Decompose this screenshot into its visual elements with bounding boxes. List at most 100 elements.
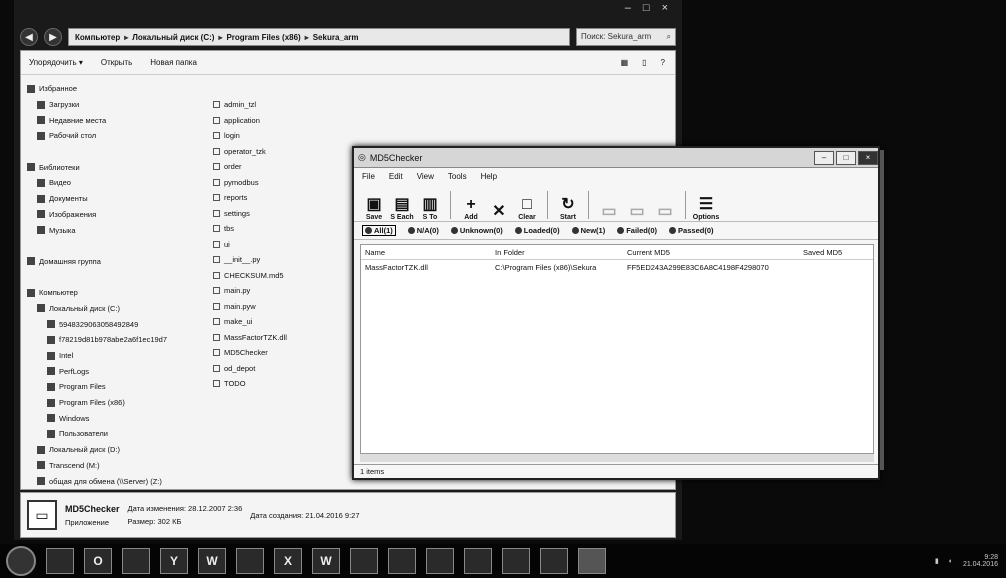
taskbar-app-button[interactable]: X	[274, 548, 302, 574]
view-options-icon[interactable]: ▦	[621, 58, 629, 67]
horizontal-scrollbar[interactable]	[360, 454, 874, 462]
menu-file[interactable]: File	[362, 172, 375, 181]
breadcrumb-item[interactable]: Program Files (x86)	[226, 33, 300, 42]
toolbar-button[interactable]: ▣ Save	[362, 187, 386, 221]
search-input[interactable]: Поиск: Sekura_arm ⌕	[576, 28, 676, 46]
menu-help[interactable]: Help	[481, 172, 497, 181]
close-button[interactable]: ×	[858, 150, 878, 165]
nav-item[interactable]: Локальный диск (C:)	[21, 301, 191, 317]
nav-item[interactable]: Program Files (x86)	[21, 395, 191, 411]
preview-pane-icon[interactable]: ▯	[642, 58, 646, 67]
nav-item[interactable]: f78219d81b978abe2a6f1ec19d7	[21, 332, 191, 348]
file-item[interactable]: __init__.py	[213, 252, 353, 268]
nav-item[interactable]: Видео	[21, 175, 191, 191]
nav-item[interactable]: Пользователи	[21, 426, 191, 442]
taskbar-app-button[interactable]	[236, 548, 264, 574]
nav-item[interactable]: Локальный диск (D:)	[21, 442, 191, 458]
taskbar-app-button[interactable]	[426, 548, 454, 574]
breadcrumb-item[interactable]: Sekura_arm	[313, 33, 359, 42]
maximize-button[interactable]: □	[643, 2, 650, 14]
maximize-button[interactable]: □	[836, 150, 856, 165]
taskbar-app-button[interactable]	[578, 548, 606, 574]
nav-item[interactable]: Загрузки	[21, 97, 191, 113]
column-name[interactable]: Name	[361, 248, 495, 257]
minimize-button[interactable]: –	[814, 150, 834, 165]
filter-tab[interactable]: Loaded(0)	[514, 226, 560, 235]
menu-edit[interactable]: Edit	[389, 172, 403, 181]
toolbar-button[interactable]: ↻ Start	[556, 187, 580, 221]
file-item[interactable]: MD5Checker	[213, 345, 353, 361]
file-item[interactable]: application	[213, 113, 353, 129]
filter-tab[interactable]: Passed(0)	[669, 226, 713, 235]
file-item[interactable]: tbs	[213, 221, 353, 237]
column-current-md5[interactable]: Current MD5	[627, 248, 803, 257]
network-icon[interactable]: ▮	[935, 557, 939, 565]
nav-item[interactable]: Windows	[21, 410, 191, 426]
breadcrumb-item[interactable]: Локальный диск (C:)	[132, 33, 214, 42]
filter-tab[interactable]: N/A(0)	[407, 226, 439, 235]
file-item[interactable]: make_ui	[213, 314, 353, 330]
forward-button[interactable]: ▶	[44, 28, 62, 46]
nav-item[interactable]: Домашняя группа	[21, 254, 191, 270]
menu-view[interactable]: View	[417, 172, 434, 181]
taskbar-app-button[interactable]	[540, 548, 568, 574]
nav-item[interactable]: Рабочий стол	[21, 128, 191, 144]
organize-button[interactable]: Упорядочить ▾	[29, 58, 83, 67]
filter-tab[interactable]: All(1)	[362, 225, 396, 236]
taskbar-app-button[interactable]	[464, 548, 492, 574]
nav-item[interactable]: Недавние места	[21, 112, 191, 128]
file-item[interactable]: order	[213, 159, 353, 175]
filter-tab[interactable]: Failed(0)	[617, 226, 657, 235]
filter-tab[interactable]: Unknown(0)	[450, 226, 503, 235]
table-row[interactable]: MassFactorTZK.dll C:\Program Files (x86)\…	[361, 260, 873, 275]
file-item[interactable]: reports	[213, 190, 353, 206]
toolbar-button[interactable]: □ Clear	[515, 187, 539, 221]
file-item[interactable]: MassFactorTZK.dll	[213, 330, 353, 346]
nav-item[interactable]: Intel	[21, 348, 191, 364]
nav-item[interactable]: Компьютер	[21, 285, 191, 301]
menu-tools[interactable]: Tools	[448, 172, 467, 181]
file-item[interactable]: pymodbus	[213, 175, 353, 191]
toolbar-button[interactable]: ☰ Options	[693, 187, 719, 221]
toolbar-button[interactable]: + Add	[459, 187, 483, 221]
nav-item[interactable]: Музыка	[21, 222, 191, 238]
taskbar-app-button[interactable]	[122, 548, 150, 574]
address-bar[interactable]: Компьютер ▸ Локальный диск (C:) ▸ Progra…	[68, 28, 570, 46]
nav-item[interactable]: PerfLogs	[21, 363, 191, 379]
taskbar-app-button[interactable]	[502, 548, 530, 574]
start-button[interactable]	[6, 546, 36, 576]
file-item[interactable]: admin_tzl	[213, 97, 353, 113]
toolbar-button[interactable]: ▤ S Each	[390, 187, 414, 221]
toolbar-button[interactable]: ✕	[487, 187, 511, 221]
back-button[interactable]: ◀	[20, 28, 38, 46]
filter-tab[interactable]: New(1)	[571, 226, 605, 235]
help-icon[interactable]: ?	[661, 58, 665, 67]
taskbar-app-button[interactable]: W	[312, 548, 340, 574]
taskbar-app-button[interactable]: O	[84, 548, 112, 574]
file-item[interactable]: CHECKSUM.md5	[213, 268, 353, 284]
nav-item[interactable]: Библиотеки	[21, 159, 191, 175]
column-folder[interactable]: In Folder	[495, 248, 627, 257]
nav-item[interactable]: Program Files	[21, 379, 191, 395]
file-item[interactable]: od_depot	[213, 361, 353, 377]
column-saved-md5[interactable]: Saved MD5	[803, 248, 873, 257]
taskbar-app-button[interactable]	[388, 548, 416, 574]
nav-item[interactable]: 5948329063058492849	[21, 316, 191, 332]
file-item[interactable]: operator_tzk	[213, 144, 353, 160]
clock[interactable]: 9:28 21.04.2016	[963, 554, 998, 568]
nav-item[interactable]: Изображения	[21, 207, 191, 223]
minimize-button[interactable]: –	[625, 2, 631, 14]
taskbar-app-button[interactable]	[46, 548, 74, 574]
taskbar-app-button[interactable]: W	[198, 548, 226, 574]
volume-icon[interactable]: ◐	[949, 558, 953, 565]
breadcrumb-item[interactable]: Компьютер	[75, 33, 120, 42]
file-item[interactable]: login	[213, 128, 353, 144]
taskbar-app-button[interactable]: Y	[160, 548, 188, 574]
nav-item[interactable]: Документы	[21, 191, 191, 207]
toolbar-button[interactable]: ▥ S To	[418, 187, 442, 221]
nav-item[interactable]: общая для обмена (\\Server) (Z:)	[21, 473, 191, 489]
file-item[interactable]: ui	[213, 237, 353, 253]
nav-item[interactable]: Transcend (M:)	[21, 458, 191, 474]
file-item[interactable]: TODO	[213, 376, 353, 392]
taskbar-app-button[interactable]	[350, 548, 378, 574]
